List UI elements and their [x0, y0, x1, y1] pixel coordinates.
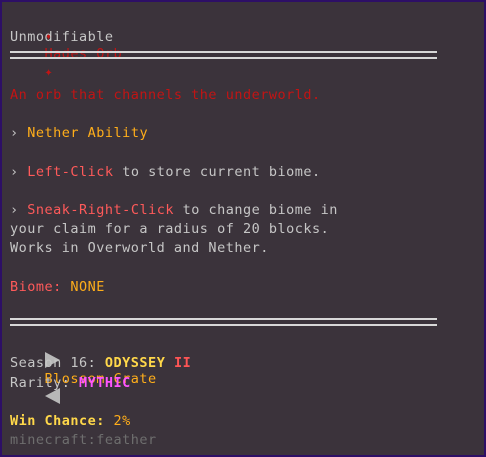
win-chance-value: 2% [113, 413, 131, 429]
sparkle-icon: ✦ [44, 64, 54, 80]
biome-value: NONE [70, 279, 105, 295]
win-chance-label: Win Chance: [10, 413, 105, 429]
item-id: minecraft:feather [10, 432, 157, 448]
season-name: ODYSSEY [104, 355, 166, 371]
sneak-click-text-2: your claim for a radius of 20 blocks. [10, 221, 330, 237]
sneak-click-key: Sneak-Right-Click [27, 202, 174, 218]
rarity-value: MYTHIC [79, 375, 131, 391]
win-chance-line: Win Chance: 2% [10, 412, 131, 430]
left-click-key: Left-Click [27, 164, 114, 180]
divider [10, 51, 437, 59]
sneak-click-text-3: Works in Overworld and Nether. [10, 240, 269, 256]
season-label: Season 16: [10, 355, 97, 371]
left-click-line: › Left-Click to store current biome. [10, 163, 321, 181]
biome-label: Biome: [10, 279, 62, 295]
divider [10, 318, 437, 326]
ability-name: Nether Ability [27, 125, 149, 141]
season-numeral: II [173, 355, 192, 371]
sneak-click-line: › Sneak-Right-Click to change biome in [10, 201, 338, 219]
chevron-right-icon: › [10, 125, 19, 141]
item-tooltip: ✦ Hades Orb ✦ Unmodifiable An orb that c… [0, 0, 486, 457]
chevron-right-icon: › [10, 202, 19, 218]
item-description: An orb that channels the underworld. [10, 87, 321, 103]
sneak-click-text: to change biome in [173, 202, 338, 218]
rarity-line: Rarity: MYTHIC [10, 374, 131, 392]
season-line: Season 16: ODYSSEY II [10, 354, 191, 372]
left-click-text: to store current biome. [113, 164, 321, 180]
modifiable-status: Unmodifiable [10, 29, 114, 45]
ability-line: › Nether Ability [10, 124, 148, 142]
chevron-right-icon: › [10, 164, 19, 180]
rarity-label: Rarity: [10, 375, 71, 391]
biome-line: Biome: NONE [10, 278, 105, 296]
